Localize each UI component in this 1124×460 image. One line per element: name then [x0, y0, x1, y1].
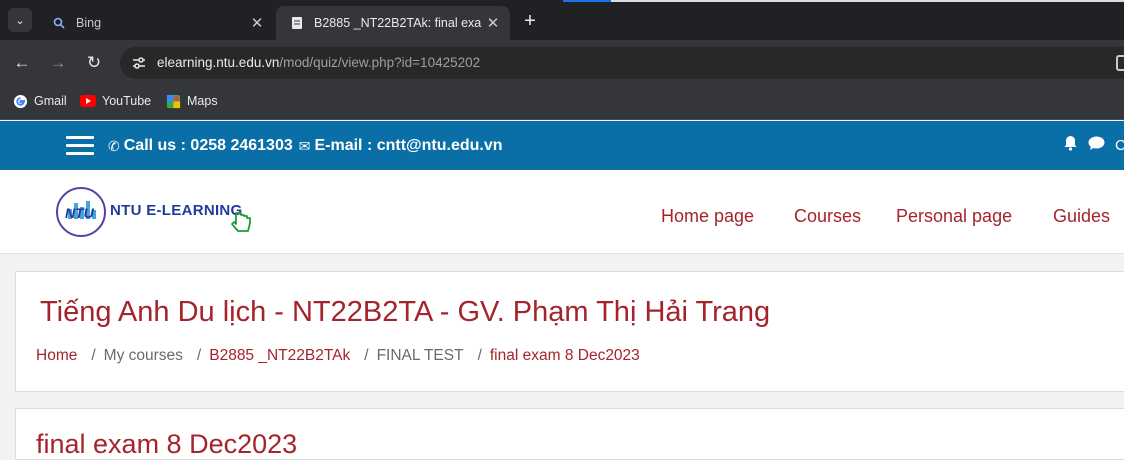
bookmark-gmail[interactable]: Gmail [12, 93, 67, 109]
url-host: elearning.ntu.edu.vn [157, 55, 280, 70]
nav-home-page[interactable]: Home page [661, 206, 754, 227]
page-title: Tiếng Anh Du lịch - NT22B2TA - GV. Phạm … [40, 296, 771, 328]
user-menu-text[interactable]: C [1115, 137, 1124, 154]
tab-title: Bing [76, 16, 102, 30]
tab-final-exam[interactable]: B2885 _NT22B2TAk: final exam 8 ✕ [276, 6, 510, 40]
bookmark-label: Gmail [34, 94, 67, 108]
chevron-down-icon: ⌄ [15, 14, 25, 27]
maps-icon [165, 93, 181, 109]
contact-email: E-mail : cntt@ntu.edu.vn [314, 137, 503, 154]
logo-text: NTU E-LEARNING [110, 202, 243, 219]
envelope-icon: ✉ [298, 137, 311, 154]
window-edge-accent [563, 0, 611, 2]
install-app-icon[interactable] [1116, 55, 1124, 71]
arrow-right-icon: → [49, 53, 67, 72]
arrow-left-icon: ← [13, 53, 31, 72]
nav-courses[interactable]: Courses [794, 206, 861, 227]
close-icon[interactable]: ✕ [246, 12, 268, 34]
breadcrumb-course[interactable]: B2885 _NT22B2TAk [209, 347, 350, 365]
tab-title: B2885 _NT22B2TAk: final exam 8 [314, 16, 482, 30]
new-tab-button[interactable]: + [518, 9, 542, 33]
google-icon [12, 93, 28, 109]
site-info-icon[interactable] [128, 52, 150, 74]
tab-search-button[interactable]: ⌄ [8, 8, 32, 32]
bell-icon[interactable] [1063, 135, 1078, 155]
contact-info: ✆ Call us : 0258 2461303 ✉ E-mail : cntt… [108, 137, 503, 155]
phone-icon: ✆ [108, 137, 120, 154]
youtube-icon [80, 93, 96, 109]
reload-button[interactable]: ↻ [82, 51, 106, 75]
pointing-hand-icon [228, 209, 256, 237]
site-logo[interactable]: NTU NTU E-LEARNING [56, 187, 258, 239]
breadcrumb-home[interactable]: Home [36, 347, 77, 365]
back-button[interactable]: ← [10, 51, 34, 75]
page-header-card: Tiếng Anh Du lịch - NT22B2TA - GV. Phạm … [15, 271, 1124, 392]
bookmark-maps[interactable]: Maps [165, 93, 218, 109]
breadcrumb: Home / My courses / B2885 _NT22B2TAk / F… [36, 347, 640, 365]
nav-guides[interactable]: Guides [1053, 206, 1110, 227]
bookmark-label: YouTube [102, 94, 152, 108]
document-icon [290, 16, 304, 30]
search-icon [52, 16, 66, 30]
quiz-card: final exam 8 Dec2023 [15, 408, 1124, 460]
breadcrumb-section: FINAL TEST [376, 347, 464, 364]
nav-personal-page[interactable]: Personal page [896, 206, 1012, 227]
quiz-title: final exam 8 Dec2023 [36, 429, 298, 459]
site-top-bar: ✆ Call us : 0258 2461303 ✉ E-mail : cntt… [0, 121, 1124, 170]
menu-toggle-icon[interactable] [66, 136, 94, 156]
site-header: NTU NTU E-LEARNING Home page Courses Per… [0, 170, 1124, 254]
url-path: /mod/quiz/view.php?id=10425202 [279, 55, 481, 70]
bookmarks-bar: Gmail YouTube Maps [0, 86, 1124, 120]
forward-button[interactable]: → [46, 51, 70, 75]
url-text[interactable]: elearning.ntu.edu.vn/mod/quiz/view.php?i… [157, 55, 480, 70]
bookmark-label: Maps [187, 94, 218, 108]
address-bar[interactable]: elearning.ntu.edu.vn/mod/quiz/view.php?i… [120, 47, 1124, 79]
browser-tab-strip: ⌄ Bing ✕ B2885 _NT22B2TAk: final exam 8 … [0, 0, 1124, 40]
message-icon[interactable] [1088, 136, 1105, 155]
breadcrumb-my-courses: My courses [103, 347, 183, 364]
window-edge [611, 0, 1124, 2]
reload-icon: ↻ [86, 53, 102, 72]
bookmark-youtube[interactable]: YouTube [80, 93, 151, 109]
close-icon[interactable]: ✕ [482, 12, 504, 34]
tab-bing[interactable]: Bing ✕ [38, 6, 274, 40]
user-tools: C [1063, 135, 1124, 155]
contact-phone: Call us : 0258 2461303 [123, 137, 293, 154]
logo-mark-text: NTU [65, 205, 94, 221]
browser-toolbar: ← → ↻ elearning.ntu.edu.vn/mod/quiz/view… [0, 40, 1124, 86]
logo-emblem: NTU [56, 187, 106, 237]
breadcrumb-quiz[interactable]: final exam 8 Dec2023 [490, 347, 640, 365]
